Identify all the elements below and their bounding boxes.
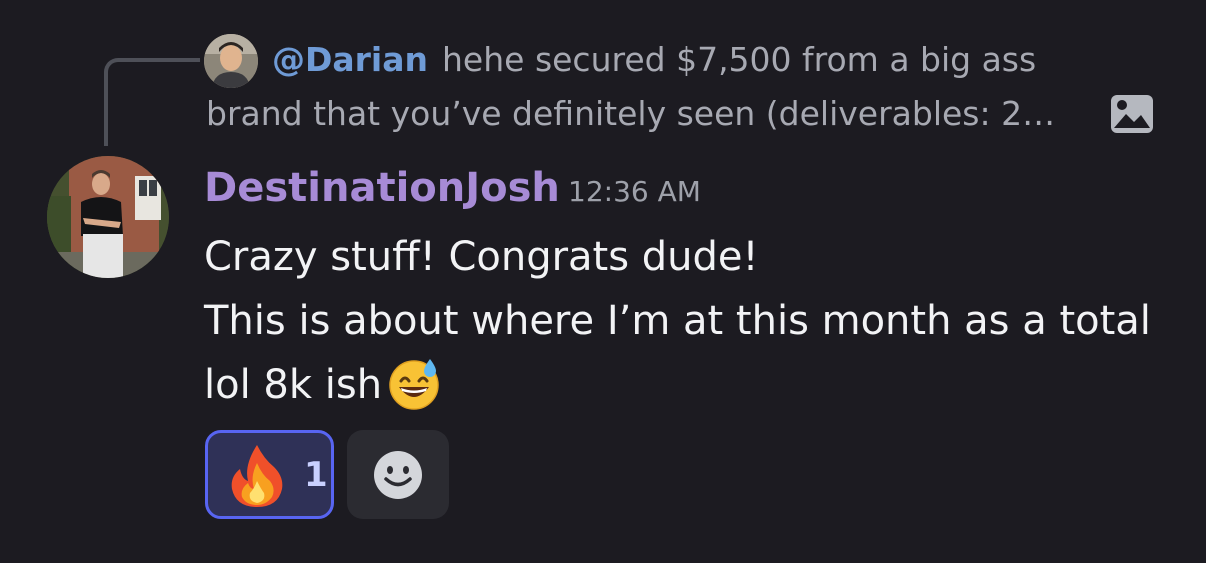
message-content: Crazy stuff! Congrats dude! This is abou… <box>204 225 1194 417</box>
reply-author-avatar[interactable] <box>204 34 258 88</box>
message-line-3: lol 8k ish <box>204 353 1194 417</box>
reply-mention[interactable]: @Darian <box>272 40 428 79</box>
fire-emoji-icon <box>228 443 286 509</box>
author-avatar[interactable] <box>47 156 169 278</box>
reaction-fire[interactable]: 1 <box>205 430 334 519</box>
reaction-count: 1 <box>304 455 328 495</box>
add-reaction-button[interactable] <box>347 430 449 519</box>
message-timestamp[interactable]: 12:36 AM <box>568 172 701 212</box>
message-line-2: This is about where I’m at this month as… <box>204 298 1151 344</box>
reply-preview-line2[interactable]: brand that you’ve definitely seen (deliv… <box>206 92 1055 136</box>
reply-avatar-image <box>204 34 258 88</box>
message-line-3-text: lol 8k ish <box>204 362 383 408</box>
grinning-face-with-sweat-emoji[interactable] <box>386 355 442 411</box>
reply-connector-line <box>104 58 200 146</box>
author-avatar-image <box>47 156 169 278</box>
author-username[interactable]: DestinationJosh <box>204 162 560 214</box>
smiley-add-reaction-icon <box>374 451 422 499</box>
reply-preview-line1[interactable]: @Darian hehe secured $7,500 from a big as… <box>272 38 1036 82</box>
reply-preview-text: hehe secured $7,500 from a big ass <box>442 40 1037 79</box>
image-icon <box>1110 94 1154 134</box>
message-line-1: Crazy stuff! Congrats dude! <box>204 234 759 280</box>
